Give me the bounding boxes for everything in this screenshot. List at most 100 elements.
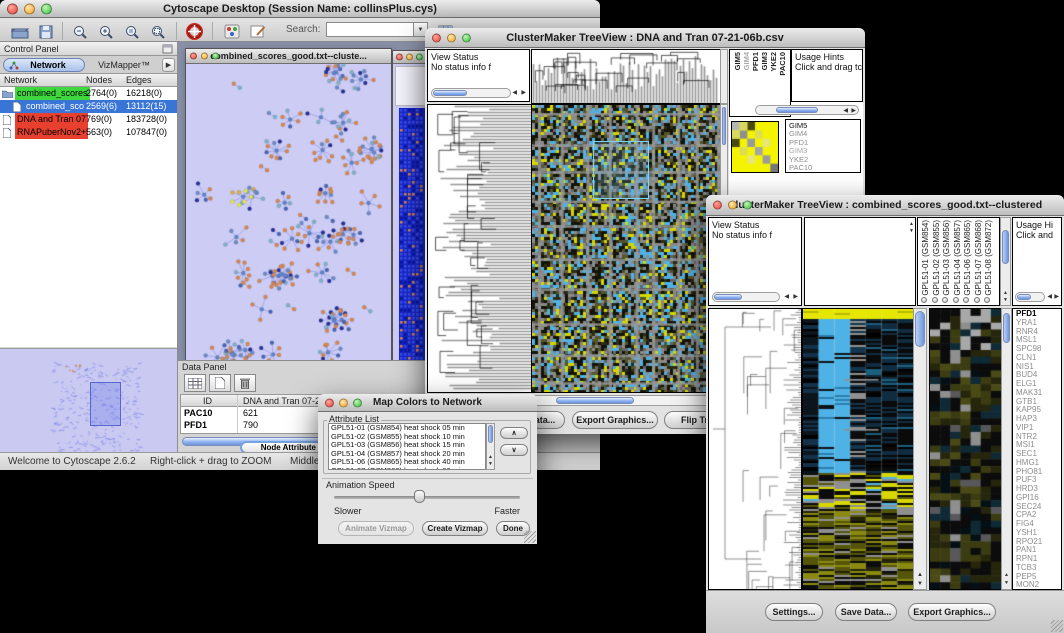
plugin-manager-button[interactable] <box>220 21 244 42</box>
zoom-out-button[interactable] <box>68 21 92 42</box>
select-attributes-button[interactable] <box>184 374 206 392</box>
minimize-button[interactable] <box>406 54 413 61</box>
column-label[interactable]: YKE2 <box>769 52 778 72</box>
gene-list[interactable]: PFD1YRA1RNR4MSL1SPC98CLN1NIS1BUD4ELG1MAK… <box>1012 308 1062 590</box>
zoom-selected-button[interactable] <box>120 21 144 42</box>
column-label[interactable]: GIM5 <box>733 52 742 70</box>
column-label[interactable]: GPL51-04 (GSM857) <box>953 220 964 296</box>
treeview1-title-bar[interactable]: ClusterMaker TreeView : DNA and Tran 07-… <box>425 28 865 48</box>
scroll-up-icon[interactable]: ▲ <box>1004 571 1009 579</box>
minimize-button[interactable] <box>447 33 456 42</box>
minimize-button[interactable] <box>339 398 348 407</box>
column-label[interactable]: PAC10 <box>778 52 787 76</box>
open-session-button[interactable] <box>8 21 32 42</box>
tab-overflow-button[interactable]: ▶ <box>162 58 175 72</box>
attribute-list-item[interactable]: GPL51-07 (GSM868) heat shock 60 min <box>329 467 485 470</box>
zoom-button[interactable] <box>41 3 52 14</box>
zoom-panel-scrollbar[interactable]: ◀ ▶ <box>755 105 859 115</box>
tab-network[interactable]: Network <box>3 58 85 72</box>
column-label[interactable]: GPL51-08 (GSM872) <box>984 220 995 296</box>
zoom-fit-button[interactable] <box>146 21 170 42</box>
resize-grip[interactable] <box>524 531 536 543</box>
tab-vizmapper[interactable]: VizMapper™ <box>88 58 160 72</box>
row-dendrogram-canvas[interactable] <box>427 104 532 393</box>
network-table-header[interactable]: Network Nodes Edges <box>0 74 177 87</box>
export-graphics-button[interactable]: Export Graphics... <box>572 411 658 429</box>
create-attribute-button[interactable] <box>209 374 231 392</box>
scroll-left-icon[interactable]: ◀ <box>512 89 517 97</box>
save-session-button[interactable] <box>34 21 58 42</box>
animate-vizmap-button[interactable]: Animate Vizmap <box>338 521 414 536</box>
network-row-parent[interactable]: combined_scores 2764(0) 16218(0) <box>0 87 177 100</box>
close-button[interactable] <box>396 54 403 61</box>
dialog-title-bar[interactable]: Map Colors to Network <box>318 394 537 412</box>
column-label[interactable]: GPL51-01 (GSM854) <box>921 220 932 296</box>
main-title-bar[interactable]: Cytoscape Desktop (Session Name: collins… <box>0 0 600 18</box>
annotation-button[interactable] <box>246 21 270 42</box>
save-data-button[interactable]: Save Data... <box>835 603 897 621</box>
row-label[interactable]: PAC10 <box>789 164 860 172</box>
window-controls[interactable] <box>7 3 52 14</box>
network-row-selected[interactable]: combined_sco 2569(6) 13112(15) <box>0 100 177 113</box>
slider-thumb[interactable] <box>414 490 425 503</box>
column-label[interactable]: GIM3 <box>760 52 769 70</box>
zoom-in-button[interactable] <box>94 21 118 42</box>
zoom-button[interactable] <box>462 33 471 42</box>
overview-canvas[interactable] <box>2 351 174 457</box>
network-overview-panel[interactable] <box>0 348 177 452</box>
heatmap-vertical-scrollbar[interactable]: ▲ ▼ <box>913 308 927 590</box>
move-up-button[interactable]: ∧ <box>500 427 528 439</box>
scroll-up-icon[interactable]: ▲ <box>917 571 923 579</box>
delete-attribute-button[interactable] <box>234 374 256 392</box>
help-button[interactable] <box>182 21 206 42</box>
scroll-right-icon[interactable]: ▶ <box>793 293 798 301</box>
minimize-button[interactable] <box>201 53 208 60</box>
scroll-down-icon[interactable]: ▼ <box>909 227 914 235</box>
scroll-down-icon[interactable]: ▼ <box>488 460 493 468</box>
scroll-down-icon[interactable]: ▼ <box>1003 296 1008 304</box>
create-vizmap-button[interactable]: Create Vizmap <box>422 521 488 536</box>
zoom-heatmap-canvas[interactable] <box>731 121 779 173</box>
column-label[interactable]: GPL51-02 (GSM855) <box>932 220 943 296</box>
settings-button[interactable]: Settings... <box>765 603 823 621</box>
status-scrollbar[interactable] <box>712 292 780 302</box>
minimize-button[interactable] <box>728 201 737 210</box>
scroll-left-icon[interactable]: ◀ <box>1047 293 1052 301</box>
network-row[interactable]: RNAPuberNov2+ 563(0) 107847(0) <box>0 126 177 139</box>
scroll-down-icon[interactable]: ▼ <box>917 580 923 588</box>
resize-grip[interactable] <box>1051 620 1063 632</box>
scroll-down-icon[interactable]: ▼ <box>1004 579 1009 587</box>
attribute-list-scrollbar[interactable]: ▲ ▼ <box>486 423 495 470</box>
zoom-button[interactable] <box>743 201 752 210</box>
float-panel-icon[interactable] <box>162 44 173 54</box>
scroll-right-icon[interactable]: ▶ <box>1054 293 1059 301</box>
search-input[interactable] <box>326 22 414 37</box>
zoom-button[interactable] <box>353 398 362 407</box>
scroll-left-icon[interactable]: ◀ <box>784 293 789 301</box>
status-scrollbar[interactable] <box>431 88 511 98</box>
zoom-button[interactable] <box>416 54 423 61</box>
close-button[interactable] <box>7 3 18 14</box>
genelist-vertical-scrollbar[interactable]: ▲ ▼ <box>1001 308 1012 590</box>
row-dendrogram-canvas[interactable] <box>708 308 802 590</box>
minimize-button[interactable] <box>24 3 35 14</box>
gene-list-item[interactable]: MON2 <box>1016 581 1061 590</box>
dendrogram-scroll-strip[interactable] <box>720 49 728 104</box>
treeview2-title-bar[interactable]: ClusterMaker TreeView : combined_scores_… <box>706 195 1064 216</box>
close-button[interactable] <box>325 398 334 407</box>
column-label[interactable]: GPL51-06 (GSM865) <box>963 220 974 296</box>
network-canvas[interactable] <box>186 64 391 368</box>
dense-network-block-canvas[interactable] <box>399 108 426 361</box>
move-down-button[interactable]: ∨ <box>500 444 528 456</box>
column-dendrogram-panel[interactable]: ▲ ▼ <box>804 217 916 306</box>
column-label[interactable]: PFD1 <box>751 52 760 71</box>
close-button[interactable] <box>713 201 722 210</box>
scroll-left-icon[interactable]: ◀ <box>843 107 848 115</box>
hints-scrollbar[interactable] <box>1015 292 1045 302</box>
network-row[interactable]: DNA and Tran 07 769(0) 183728(0) <box>0 113 177 126</box>
scroll-right-icon[interactable]: ▶ <box>851 107 856 115</box>
labels-vertical-scrollbar[interactable]: ▲ ▼ <box>1000 217 1011 306</box>
column-dendrogram-canvas[interactable] <box>531 49 721 104</box>
scroll-right-icon[interactable]: ▶ <box>521 89 526 97</box>
close-button[interactable] <box>190 53 197 60</box>
